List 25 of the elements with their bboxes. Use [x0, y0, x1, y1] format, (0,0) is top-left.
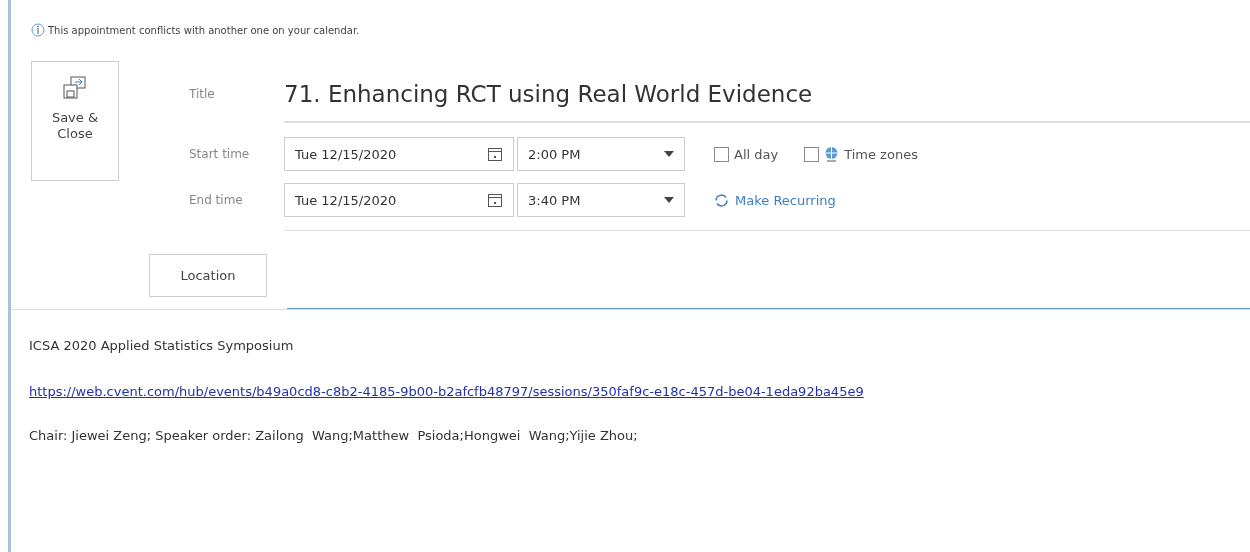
- recurring-icon: [714, 192, 729, 208]
- time-label: Start time: [188, 147, 251, 161]
- session-link[interactable]: https://web.cvent.com/hub/events/b49a0cd8-c8b2-4185-9b00-b2afcfb48797/sessions/350faf9c-e18c-457d-be04-1eda92ba45e9: [29, 384, 864, 399]
- time-label: End time: [188, 193, 244, 207]
- body-text: ICSA 2020 Applied Statistics Symposium: [29, 338, 295, 353]
- calendar-icon[interactable]: [487, 192, 503, 208]
- make-recurring-link[interactable]: Make Recurring: [714, 192, 836, 208]
- dropdown-caret-icon[interactable]: [664, 197, 674, 203]
- date-field[interactable]: Tue 12/15/2020: [284, 183, 514, 217]
- save-close-button[interactable]: Save & Close: [31, 61, 119, 181]
- location-button[interactable]: Location: [149, 254, 267, 297]
- title-label: Title: [188, 87, 216, 101]
- calendar-icon[interactable]: [487, 146, 503, 162]
- option-checkbox[interactable]: Time zones: [804, 146, 918, 162]
- time-dropdown[interactable]: 2:00 PM: [517, 137, 685, 171]
- dropdown-caret-icon[interactable]: [664, 151, 674, 157]
- time-dropdown[interactable]: 3:40 PM: [517, 183, 685, 217]
- option-checkbox[interactable]: All day: [714, 146, 779, 162]
- title-value[interactable]: 71. Enhancing RCT using Real World Evidence: [284, 81, 813, 107]
- save-icon: [63, 76, 87, 100]
- globe-icon: [824, 146, 840, 162]
- info-icon: [31, 23, 45, 37]
- conflict-message: This appointment conflicts with another one on your calendar.: [48, 24, 360, 36]
- date-field[interactable]: Tue 12/15/2020: [284, 137, 514, 171]
- body-text: Chair: Jiewei Zeng; Speaker order: Zailong Wang;Matthew Psioda;Hongwei Wang;Yijie Zhou;: [29, 428, 639, 443]
